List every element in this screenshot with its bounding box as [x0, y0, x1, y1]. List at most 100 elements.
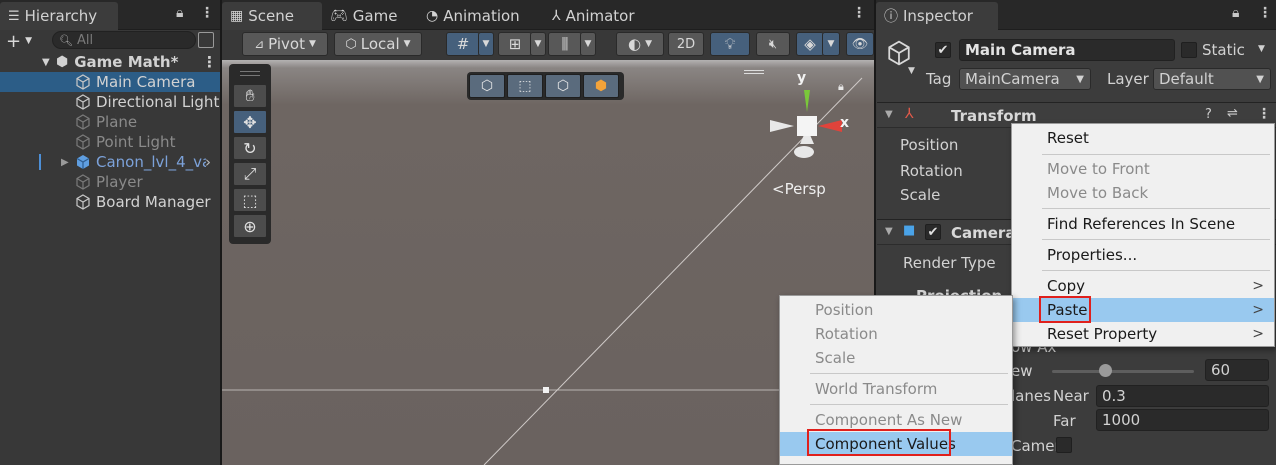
effects-dropdown[interactable]: ▼ [822, 32, 840, 56]
kebab-menu-icon[interactable]: ⋮ [200, 5, 214, 21]
foldout-open-icon[interactable]: ▼ [885, 109, 893, 120]
hierarchy-add-button[interactable]: + ▼ [6, 30, 42, 52]
hierarchy-item-main-camera[interactable]: Main Camera [0, 72, 220, 92]
hierarchy-item-player[interactable]: Player [0, 172, 220, 192]
gizmo-y-label: y [797, 70, 807, 86]
2d-toggle-button[interactable]: 2D [668, 32, 704, 56]
menu-item-move-to-back: Move to Back [1012, 181, 1274, 205]
view-cube-button[interactable]: ⬡ [469, 74, 505, 98]
fov-value-field[interactable]: 60 [1205, 359, 1269, 381]
kebab-menu-icon[interactable]: ⋮ [1258, 5, 1272, 21]
scale-tool-button[interactable]: ⤢ [233, 162, 267, 186]
physical-camera-checkbox[interactable] [1056, 437, 1072, 453]
chevron-down-icon: ▼ [308, 39, 316, 49]
active-checkbox[interactable]: ✔ [935, 42, 951, 58]
view-solid-button[interactable]: ⬢ [583, 74, 619, 98]
search-options-icon[interactable] [198, 32, 214, 48]
hierarchy-search-input[interactable]: 🔍︎ All [52, 31, 196, 49]
layer-dropdown[interactable]: Default ▼ [1153, 68, 1271, 90]
hierarchy-item-board-manager[interactable]: Board Manager [0, 192, 220, 212]
tab-animation[interactable]: ◔ Animation [418, 2, 528, 30]
rect-tool-button[interactable]: ⬚ [233, 188, 267, 212]
object-name-field[interactable]: Main Camera [959, 39, 1175, 61]
near-value-field[interactable]: 0.3 [1096, 385, 1269, 407]
foldout-closed-icon[interactable]: ▶ [61, 157, 75, 168]
menu-item-label: Properties... [1047, 246, 1138, 264]
transform-tool-button[interactable]: ⊕ [233, 214, 267, 238]
overlay-drag-handle[interactable] [240, 71, 260, 76]
increment-snap-dropdown[interactable]: ▼ [530, 32, 546, 56]
lock-icon[interactable]: 🔒︎ [1232, 5, 1239, 21]
chevron-down-icon: ▼ [403, 39, 411, 49]
overlay-menu-handle[interactable] [744, 70, 764, 74]
grid-snap-button[interactable]: # [446, 32, 480, 56]
tab-inspector[interactable]: ⓘ Inspector [876, 2, 998, 30]
hand-tool-button[interactable]: ✋︎ [233, 84, 267, 108]
clipping-planes-label: lanes [1011, 387, 1051, 405]
ruler-button[interactable]: ⫼ [548, 32, 582, 56]
audio-toggle-button[interactable]: 🔇︎ [756, 32, 790, 56]
item-label: Point Light [96, 133, 176, 151]
view-rect-button[interactable]: ⬚ [507, 74, 543, 98]
help-icon[interactable]: ? [1205, 107, 1212, 122]
menu-item-find-references[interactable]: Find References In Scene [1012, 212, 1274, 236]
chevron-right-icon[interactable]: › [205, 153, 211, 171]
foldout-open-icon[interactable]: ▼ [885, 226, 893, 237]
tag-dropdown[interactable]: MainCamera ▼ [959, 68, 1091, 90]
menu-item-reset[interactable]: Reset [1012, 126, 1274, 150]
visibility-toggle-button[interactable]: 👁︎ [846, 32, 874, 56]
rotate-tool-button[interactable]: ↻ [233, 136, 267, 160]
lock-icon[interactable]: 🔒︎ [176, 5, 183, 21]
clock-icon: ◔ [426, 8, 439, 24]
lighting-toggle-button[interactable]: 💡︎ [710, 32, 750, 56]
component-menu-icon[interactable]: ⋮ [1257, 106, 1271, 122]
chevron-down-icon: ▼ [827, 39, 835, 49]
local-dropdown[interactable]: ⬡ Local ▼ [334, 32, 422, 56]
icon-chevron-down-icon[interactable]: ▼ [908, 66, 915, 76]
camera-enabled-checkbox[interactable]: ✔ [925, 224, 941, 240]
preset-icon[interactable]: ⇌ [1227, 106, 1238, 121]
persp-label[interactable]: <Persp [772, 180, 826, 198]
selection-handle[interactable] [543, 387, 549, 393]
far-value-field[interactable]: 1000 [1096, 409, 1269, 431]
scale-label: Scale [900, 186, 941, 204]
fov-slider-track[interactable] [1052, 370, 1194, 373]
hierarchy-item-point-light[interactable]: Point Light [0, 132, 220, 152]
shading-mode-dropdown[interactable]: ◐ ▼ [616, 32, 664, 56]
hierarchy-item-plane[interactable]: Plane [0, 112, 220, 132]
tab-animator-label: Animator [565, 7, 635, 25]
static-checkbox[interactable] [1181, 42, 1197, 58]
effects-toggle-button[interactable]: ◈ [796, 32, 824, 56]
tab-game-label: Game [352, 7, 398, 25]
move-tool-button[interactable]: ✥ [233, 110, 267, 134]
scene-row[interactable]: ▼ ⬢ Game Math* ⋮ [0, 52, 220, 72]
grid-snap-dropdown[interactable]: ▼ [478, 32, 494, 56]
increment-snap-button[interactable]: ⊞ [498, 32, 532, 56]
submenu-arrow-icon: > [1252, 326, 1264, 342]
tab-hierarchy[interactable]: ☰ Hierarchy [0, 2, 118, 30]
hierarchy-item-directional-light[interactable]: Directional Light [0, 92, 220, 112]
submenu-item-label: Position [815, 301, 874, 319]
view-iso-button[interactable]: ⬡ [545, 74, 581, 98]
gamepad-icon: 🎮︎ [330, 8, 348, 24]
cube-iso-icon: ⬡ [556, 78, 570, 94]
tab-scene[interactable]: ▦ Scene [222, 2, 322, 30]
hierarchy-item-canon[interactable]: ▶ Canon_lvl_4_va › [0, 152, 220, 172]
kebab-menu-icon[interactable]: ⋮ [852, 5, 866, 21]
gizmo-x-label: x [840, 115, 850, 131]
tab-animator[interactable]: ⅄ Animator [544, 2, 643, 30]
scene-menu-icon[interactable]: ⋮ [202, 53, 217, 71]
eye-slash-icon: 👁︎ [851, 36, 869, 52]
ruler-dropdown[interactable]: ▼ [580, 32, 596, 56]
pivot-dropdown[interactable]: ⊿ Pivot ▼ [242, 32, 328, 56]
static-dropdown-icon[interactable]: ▼ [1258, 44, 1265, 54]
submenu-arrow-icon: > [1252, 278, 1264, 294]
menu-item-properties[interactable]: Properties... [1012, 243, 1274, 267]
menu-item-reset-property[interactable]: Reset Property > [1012, 322, 1274, 346]
fov-slider-thumb[interactable] [1099, 364, 1112, 377]
tab-game[interactable]: 🎮︎ Game [322, 2, 405, 30]
foldout-open-icon[interactable]: ▼ [42, 57, 56, 68]
menu-item-copy[interactable]: Copy > [1012, 274, 1274, 298]
submenu-item-position: Position [780, 298, 1012, 322]
orientation-gizmo[interactable] [762, 78, 852, 168]
